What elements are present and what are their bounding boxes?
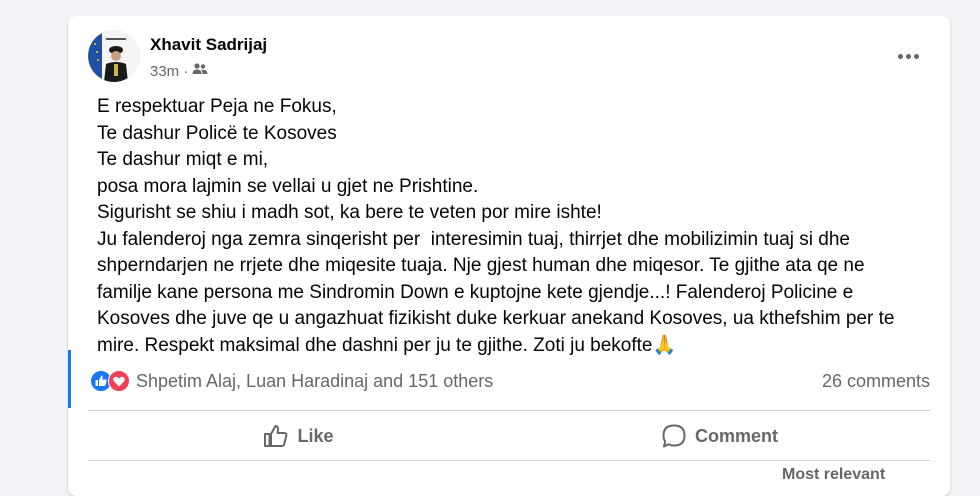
post-line: shperndarjen ne rrjete dhe miqesite tuaj…	[97, 255, 865, 276]
separator-dot: ·	[183, 62, 189, 80]
divider	[88, 410, 930, 411]
reactions-bar: Shpetim Alaj, Luan Haradinaj and 151 oth…	[90, 369, 930, 393]
comments-count[interactable]: 26 comments	[822, 371, 930, 392]
friends-icon[interactable]	[192, 62, 208, 80]
post-line: E respektuar Peja ne Fokus,	[97, 96, 337, 117]
author-name[interactable]: Xhavit Sadrijaj	[150, 35, 267, 55]
post-line: Kosoves dhe juve qe u angazhuat fizikish…	[97, 308, 895, 329]
focus-accent-bar	[68, 350, 71, 408]
avatar[interactable]	[88, 30, 140, 82]
more-options-button[interactable]	[898, 52, 922, 60]
post-line: Sigurisht se shiu i madh sot, ka bere te…	[97, 202, 602, 223]
thumbs-up-icon	[264, 425, 288, 447]
more-dot-icon	[914, 53, 919, 59]
divider	[88, 460, 930, 461]
more-dot-icon	[906, 53, 911, 59]
post-meta: 33m ·	[150, 62, 208, 80]
comment-bubble-icon	[662, 424, 686, 448]
post-line: posa mora lajmin se vellai u gjet ne Pri…	[97, 175, 479, 197]
post-line: familje kane persona me Sindromin Down e…	[97, 281, 854, 303]
post-line: Te dashur miqt e mi,	[97, 149, 269, 170]
comment-sort-dropdown[interactable]: Most relevant	[782, 466, 885, 484]
love-icon	[108, 370, 130, 392]
like-label: Like	[297, 425, 334, 446]
post-line: mire. Respekt maksimal dhe dashni per ju…	[97, 334, 677, 356]
more-dot-icon	[898, 53, 903, 59]
post-time[interactable]: 33m	[150, 63, 179, 80]
post-card: Xhavit Sadrijaj 33m · E respektuar Peja …	[68, 16, 950, 496]
like-button[interactable]: Like	[88, 418, 509, 454]
post-text: E respektuar Peja ne Fokus, Te dashur Po…	[97, 94, 937, 359]
reaction-icons[interactable]	[90, 370, 130, 392]
post-line: Ju falenderoj nga zemra sinqerisht per i…	[97, 228, 850, 250]
post-actions: Like Comment	[88, 418, 930, 454]
reaction-names[interactable]: Shpetim Alaj, Luan Haradinaj and 151 oth…	[136, 371, 493, 392]
post-line: Te dashur Policë te Kosoves	[97, 122, 337, 144]
comment-button[interactable]: Comment	[509, 418, 930, 454]
comment-label: Comment	[694, 425, 778, 446]
